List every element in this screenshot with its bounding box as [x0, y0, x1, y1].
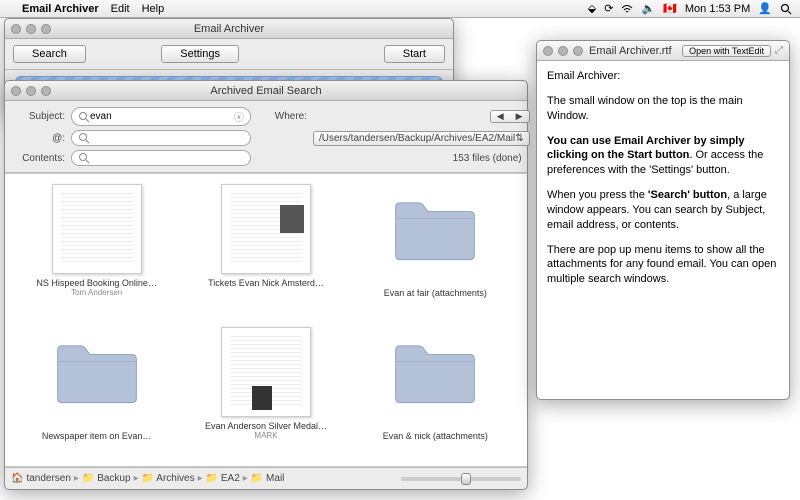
search-title: Archived Email Search — [5, 85, 527, 97]
where-value: /Users/tandersen/Backup/Archives/EA2/Mai… — [319, 133, 515, 144]
result-label: Evan & nick (attachments) — [354, 431, 517, 441]
result-sub: MARK — [184, 431, 347, 440]
rtf-p3: When you press the 'Search' button, a la… — [547, 188, 779, 233]
rtf-body: Email Archiver: The small window on the … — [537, 61, 789, 305]
result-sub: Tom Andersen — [15, 288, 178, 297]
where-select[interactable]: /Users/tandersen/Backup/Archives/EA2/Mai… — [313, 131, 530, 146]
contents-input[interactable] — [71, 150, 251, 166]
open-with-button[interactable]: Open with TextEdit — [682, 45, 771, 57]
volume-icon[interactable]: 🔈 — [641, 2, 655, 15]
search-icon — [78, 111, 90, 123]
document-thumb — [52, 184, 142, 274]
wifi-icon[interactable] — [621, 3, 633, 15]
app-menu[interactable]: Email Archiver — [22, 3, 99, 15]
search-titlebar[interactable]: Archived Email Search — [5, 81, 527, 101]
breadcrumb-separator: ▸ — [74, 473, 79, 484]
traffic-lights[interactable] — [543, 46, 583, 56]
breadcrumb-item[interactable]: tandersen — [26, 473, 70, 484]
menu-help[interactable]: Help — [142, 3, 165, 15]
breadcrumb-separator: ▸ — [243, 473, 248, 484]
results-count: 153 files (done) — [313, 153, 530, 164]
menu-edit[interactable]: Edit — [111, 3, 130, 15]
result-label: Tickets Evan Nick Amsterd… — [184, 278, 347, 288]
start-button[interactable]: Start — [384, 45, 445, 63]
breadcrumb-item[interactable]: 📁 Mail — [251, 473, 285, 484]
result-label: Evan Anderson Silver Medal… — [184, 421, 347, 431]
quicklook-expand-icon[interactable]: ⤢ — [775, 45, 783, 56]
rtf-p4: There are pop up menu items to show all … — [547, 243, 779, 288]
user-icon[interactable]: 👤 — [758, 2, 772, 15]
result-item[interactable]: Tickets Evan Nick Amsterd… — [184, 184, 347, 313]
subject-label: Subject: — [15, 111, 65, 122]
rtf-heading: Email Archiver: — [547, 69, 779, 84]
result-item[interactable]: NS Hispeed Booking Online…Tom Andersen — [15, 184, 178, 313]
result-item[interactable]: Evan & nick (attachments) — [354, 327, 517, 456]
contents-label: Contents: — [15, 153, 65, 164]
chevron-updown-icon: ⇅ — [515, 133, 523, 144]
result-label: NS Hispeed Booking Online… — [15, 278, 178, 288]
dropbox-icon[interactable]: ⬙ — [588, 2, 596, 15]
rtf-window: Email Archiver.rtf Open with TextEdit ⤢ … — [536, 40, 790, 400]
search-icon — [78, 132, 90, 144]
document-thumb — [221, 327, 311, 417]
subject-input[interactable]: ⓧ — [71, 107, 251, 126]
home-icon: 🏠 — [11, 473, 23, 484]
folder-icon — [390, 194, 480, 284]
settings-button[interactable]: Settings — [161, 45, 239, 63]
breadcrumb-separator: ▸ — [134, 473, 139, 484]
clear-icon[interactable]: ⓧ — [234, 109, 244, 124]
search-button[interactable]: Search — [13, 45, 86, 63]
result-item[interactable]: Newspaper item on Evan… — [15, 327, 178, 456]
nav-buttons[interactable]: ◀▶ — [490, 110, 530, 123]
path-bar: 🏠 tandersen▸📁 Backup▸📁 Archives▸📁 EA2▸📁 … — [5, 467, 527, 489]
rtf-p1: The small window on the top is the main … — [547, 94, 779, 124]
breadcrumb-item[interactable]: 📁 Backup — [82, 473, 131, 484]
result-label: Evan at fair (attachments) — [354, 288, 517, 298]
menu-bar: Email Archiver Edit Help ⬙ ⟳ 🔈 🇨🇦 Mon 1:… — [0, 0, 800, 18]
at-input[interactable] — [71, 130, 251, 146]
main-titlebar[interactable]: Email Archiver — [5, 19, 453, 39]
sync-icon[interactable]: ⟳ — [604, 2, 613, 15]
rtf-titlebar[interactable]: Email Archiver.rtf Open with TextEdit ⤢ — [537, 41, 789, 61]
result-item[interactable]: Evan Anderson Silver Medal…MARK — [184, 327, 347, 456]
breadcrumb-item[interactable]: 📁 Archives — [142, 473, 195, 484]
breadcrumb-separator: ▸ — [198, 473, 203, 484]
thumb-size-slider[interactable] — [401, 477, 521, 481]
search-icon — [78, 152, 90, 164]
rtf-p2: You can use Email Archiver by simply cli… — [547, 134, 779, 179]
main-title: Email Archiver — [5, 23, 453, 35]
spotlight-icon[interactable] — [780, 3, 792, 15]
result-label: Newspaper item on Evan… — [15, 431, 178, 441]
flag-icon[interactable]: 🇨🇦 — [663, 2, 677, 15]
results-grid: NS Hispeed Booking Online…Tom Andersen Ti… — [5, 173, 527, 467]
breadcrumb-item[interactable]: 📁 EA2 — [206, 473, 240, 484]
search-window: Archived Email Search Subject: ⓧ Where: … — [4, 80, 528, 490]
folder-icon — [390, 337, 480, 427]
where-label: Where: — [257, 111, 307, 122]
at-label: @: — [15, 133, 65, 144]
folder-icon — [52, 337, 142, 427]
result-item[interactable]: Evan at fair (attachments) — [354, 184, 517, 313]
rtf-title: Email Archiver.rtf — [589, 45, 672, 57]
document-thumb — [221, 184, 311, 274]
clock[interactable]: Mon 1:53 PM — [685, 3, 750, 15]
